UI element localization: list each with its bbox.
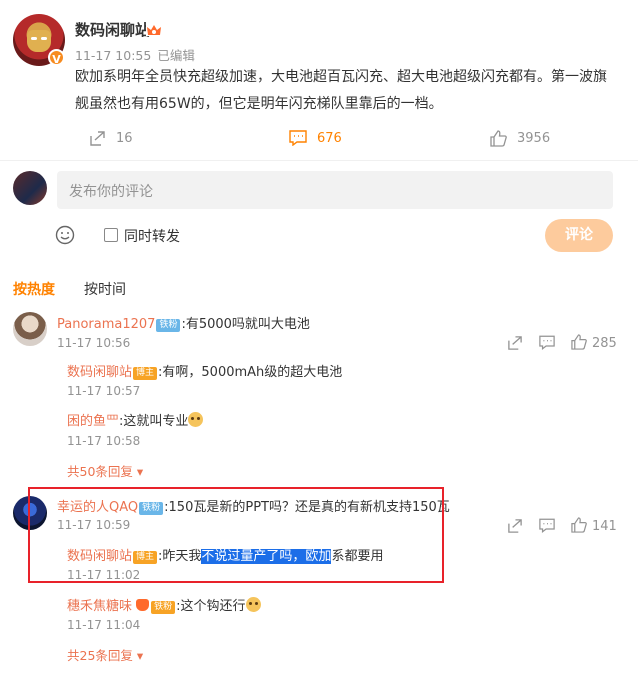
chevron-down-icon: ▾: [136, 648, 144, 663]
thumbs-up-icon[interactable]: [571, 517, 587, 533]
verified-badge: V: [48, 49, 65, 66]
repost-label[interactable]: 同时转发: [124, 226, 180, 246]
current-user-avatar[interactable]: [13, 171, 47, 205]
emoji-button[interactable]: [55, 225, 75, 245]
reply-author[interactable]: 数码闲聊站: [67, 365, 132, 380]
reply-body: :有啊，5000mAh级的超大电池: [158, 365, 343, 380]
comment-like-count: 141: [592, 519, 617, 534]
repost-button[interactable]: 16: [89, 130, 133, 147]
comment-count: 676: [317, 130, 342, 146]
more-replies-link[interactable]: 共25条回复 ▾: [67, 645, 143, 664]
share-icon: [90, 131, 105, 146]
thumbs-up-icon[interactable]: [571, 334, 587, 350]
emoji-icon: [55, 225, 75, 245]
avatar-mask-shape: [27, 30, 51, 52]
reply-body: :这个钩还行: [176, 599, 246, 614]
submit-comment-button[interactable]: 评论: [545, 219, 613, 252]
edited-label: 已编辑: [157, 48, 195, 63]
commenter-avatar[interactable]: [13, 312, 47, 346]
comment-time: 11-17 10:56: [57, 336, 131, 350]
reply-text: 穗禾焦糖味 铁粉:这个钩还行: [67, 595, 261, 614]
comment-text: Panorama1207 铁粉:有5000吗就叫大电池: [57, 313, 310, 332]
like-count: 3956: [517, 131, 551, 146]
comment-like-count: 285: [592, 336, 617, 351]
vip-crown-icon: [146, 22, 162, 36]
post-content: 欧加系明年全员快充超级加速，大电池超百瓦闪充、超大电池超级闪充都有。第一波旗舰虽…: [75, 69, 607, 112]
post-time[interactable]: 11-17 10:55: [75, 48, 151, 63]
section-divider: [0, 160, 638, 161]
fan-badge: 铁粉: [151, 601, 176, 614]
author-name[interactable]: 数码闲聊站: [75, 19, 150, 40]
reply-author[interactable]: 困的鱼罒: [67, 414, 119, 429]
avatar-eye-right: [41, 37, 47, 40]
post-meta: 11-17 10:55 已编辑: [75, 45, 195, 64]
chevron-down-icon: ▾: [136, 464, 144, 479]
annotation-highlight-box: [28, 487, 444, 583]
commenter-name[interactable]: Panorama1207: [57, 317, 155, 332]
comment-body: :有5000吗就叫大电池: [181, 317, 310, 332]
host-badge: 博主: [133, 367, 158, 380]
reply-time: 11-17 10:57: [67, 384, 141, 398]
more-replies-link[interactable]: 共50条回复 ▾: [67, 461, 143, 480]
vip-crown-icon: [136, 599, 150, 611]
fan-badge: 铁粉: [156, 319, 181, 332]
thumbs-up-icon: [490, 130, 507, 147]
like-button[interactable]: 3956: [490, 130, 550, 147]
reply-text: 数码闲聊站 博主:有啊，5000mAh级的超大电池: [67, 361, 342, 380]
tab-hot[interactable]: 按热度: [13, 279, 55, 299]
doge-emoji-icon: [245, 597, 261, 612]
comment-button[interactable]: 676: [289, 130, 342, 146]
reply-body: :这就叫专业: [119, 414, 189, 429]
tab-time[interactable]: 按时间: [84, 279, 126, 299]
share-icon[interactable]: [507, 518, 523, 534]
comment-input[interactable]: 发布你的评论: [57, 171, 613, 209]
reply-icon[interactable]: [539, 518, 555, 533]
reply-time: 11-17 10:58: [67, 434, 141, 448]
share-icon[interactable]: [507, 335, 523, 351]
reply-author[interactable]: 穗禾焦糖味: [67, 599, 132, 614]
reply-time: 11-17 11:04: [67, 618, 141, 632]
reply-icon[interactable]: [539, 335, 555, 350]
repost-checkbox[interactable]: [104, 228, 118, 242]
avatar-eye-left: [31, 37, 37, 40]
doge-emoji-icon: [188, 412, 204, 427]
reply-text: 困的鱼罒:这就叫专业: [67, 410, 204, 429]
repost-count: 16: [116, 131, 133, 146]
comment-icon: [289, 130, 307, 146]
